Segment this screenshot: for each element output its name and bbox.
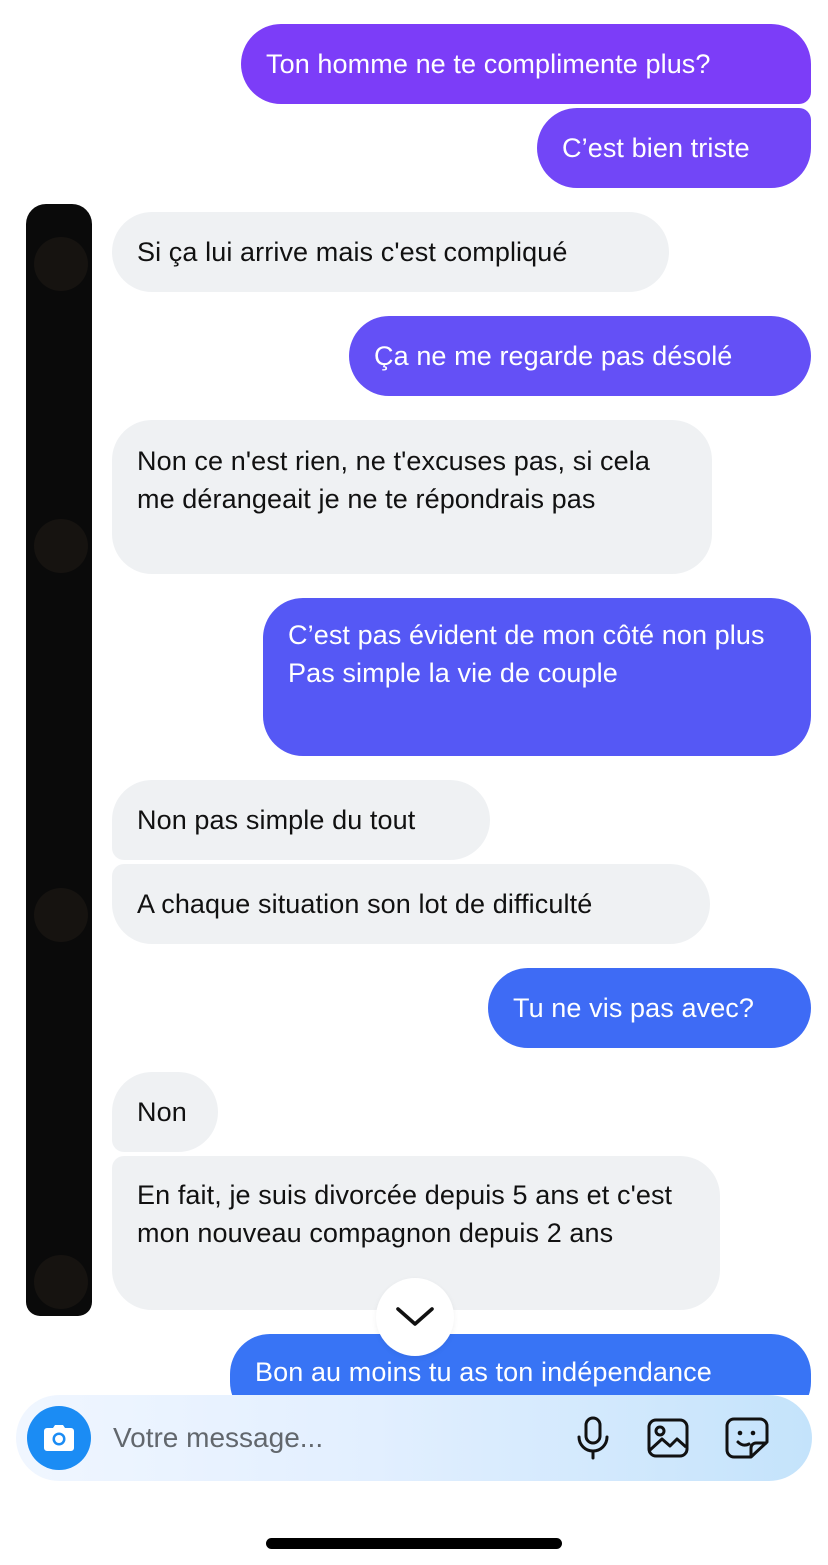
outgoing-message[interactable]: C’est bien triste	[537, 108, 811, 188]
message-composer: Votre message...	[16, 1395, 812, 1481]
microphone-icon	[577, 1416, 609, 1460]
sticker-icon	[725, 1417, 769, 1459]
image-icon	[647, 1418, 689, 1458]
message-thread[interactable]: Ton homme ne te complimente plus? C’est …	[0, 0, 828, 1395]
incoming-message[interactable]: Non	[112, 1072, 218, 1152]
contact-avatar	[34, 888, 88, 942]
outgoing-message[interactable]: Tu ne vis pas avec?	[488, 968, 811, 1048]
incoming-message[interactable]: Non pas simple du tout	[112, 780, 490, 860]
camera-button[interactable]	[27, 1406, 91, 1470]
incoming-message[interactable]: A chaque situation son lot de difficulté	[112, 864, 710, 944]
message-input[interactable]: Votre message...	[113, 1419, 323, 1457]
contact-avatar	[34, 237, 88, 291]
outgoing-message[interactable]: C’est pas évident de mon côté non plus P…	[263, 598, 811, 756]
chevron-down-icon	[396, 1307, 434, 1326]
outgoing-message[interactable]: Ton homme ne te complimente plus?	[241, 24, 811, 104]
contact-avatar	[34, 1255, 88, 1309]
outgoing-message[interactable]: Bon au moins tu as ton indépendance	[230, 1334, 811, 1395]
home-indicator[interactable]	[266, 1538, 562, 1549]
gallery-button[interactable]	[644, 1414, 692, 1462]
camera-icon	[44, 1425, 74, 1451]
sticker-button[interactable]	[723, 1414, 771, 1462]
redaction-bar	[26, 204, 92, 1316]
microphone-button[interactable]	[569, 1414, 617, 1462]
outgoing-message[interactable]: Ça ne me regarde pas désolé	[349, 316, 811, 396]
incoming-message[interactable]: Non ce n'est rien, ne t'excuses pas, si …	[112, 420, 712, 574]
scroll-to-bottom-button[interactable]	[376, 1278, 454, 1356]
incoming-message[interactable]: Si ça lui arrive mais c'est compliqué	[112, 212, 669, 292]
contact-avatar	[34, 519, 88, 573]
